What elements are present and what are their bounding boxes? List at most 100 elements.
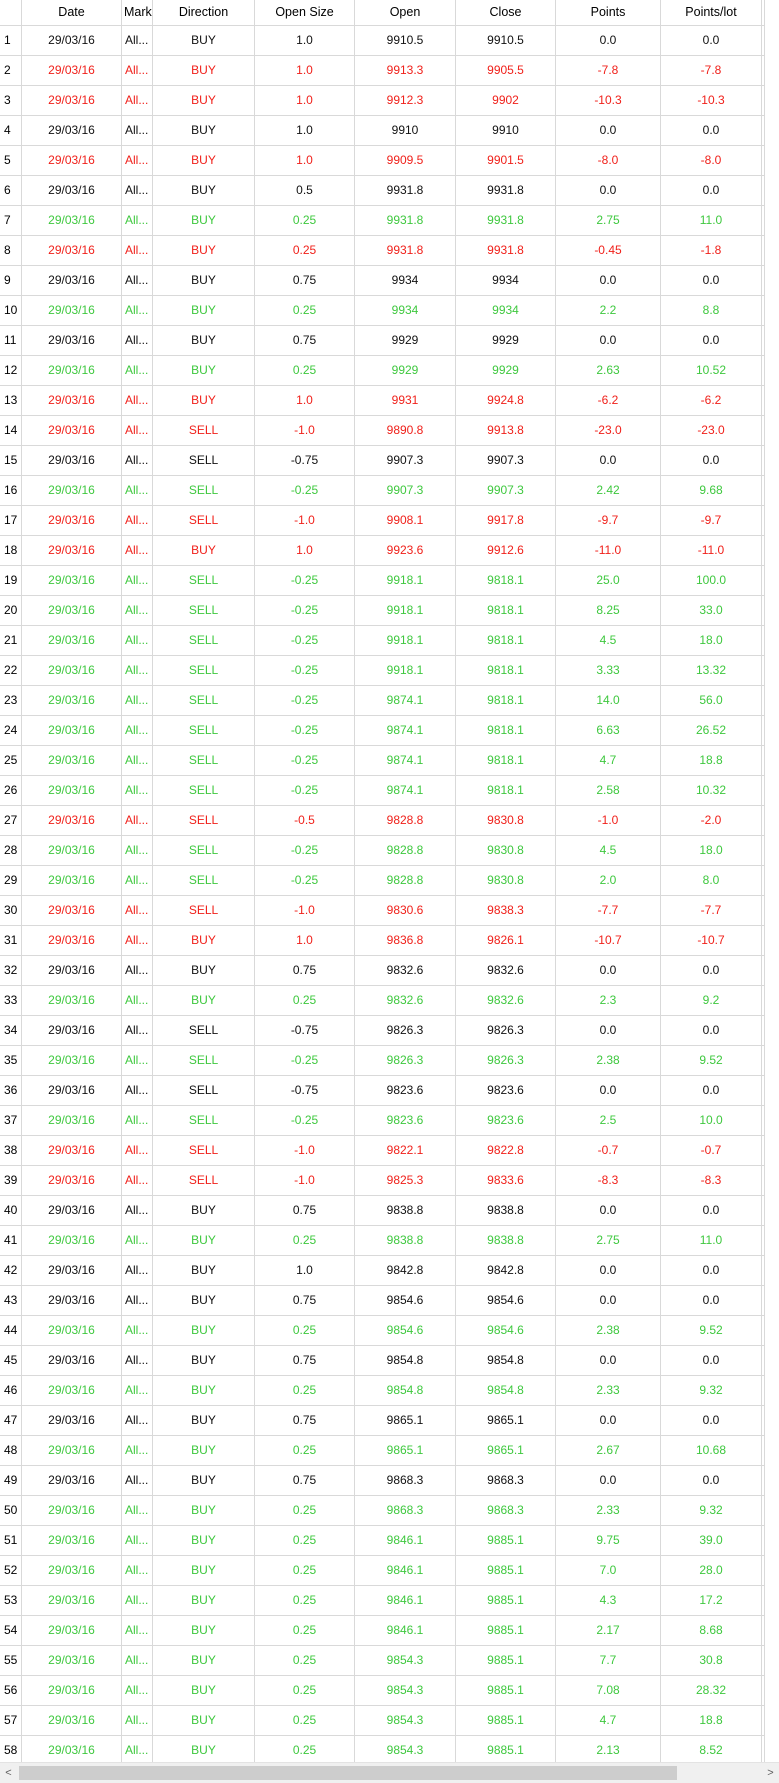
column-header-points[interactable]: Points	[556, 0, 661, 25]
table-row[interactable]: 18 29/03/16 All... BUY 1.0 9923.6 9912.6 -11.0-…	[0, 536, 765, 566]
table-row[interactable]: 12 29/03/16 All... BUY 0.25 9929 9929 2.63 10.52	[0, 356, 765, 386]
table-row[interactable]: 51 29/03/16 All... BUY 0.25 9846.1 9885.1 9.75 3…	[0, 1526, 765, 1556]
table-row[interactable]: 24 29/03/16 All... SELL -0.25 9874.1 9818.1 6.6…	[0, 716, 765, 746]
cell-close: 9818.1	[456, 656, 556, 685]
cell-open-size: 0.75	[255, 326, 355, 355]
table-row[interactable]: 26 29/03/16 All... SELL -0.25 9874.1 9818.1 2.5…	[0, 776, 765, 806]
table-row[interactable]: 54 29/03/16 All... BUY 0.25 9846.1 9885.1 2.17 8…	[0, 1616, 765, 1646]
column-header-open[interactable]: Open	[355, 0, 456, 25]
trades-grid[interactable]: Date Market Direction Open Size Open Clo…	[0, 0, 765, 1766]
table-row[interactable]: 55 29/03/16 All... BUY 0.25 9854.3 9885.1 7.7 30…	[0, 1646, 765, 1676]
table-row[interactable]: 27 29/03/16 All... SELL -0.5 9828.8 9830.8 -1.0…	[0, 806, 765, 836]
cell-close: 9907.3	[456, 476, 556, 505]
table-row[interactable]: 31 29/03/16 All... BUY 1.0 9836.8 9826.1 -10.7-…	[0, 926, 765, 956]
column-header-points-per-lot[interactable]: Points/lot	[661, 0, 762, 25]
table-row[interactable]: 20 29/03/16 All... SELL -0.25 9918.1 9818.1 8.2…	[0, 596, 765, 626]
table-row[interactable]: 41 29/03/16 All... BUY 0.25 9838.8 9838.8 2.75 1…	[0, 1226, 765, 1256]
column-header-date[interactable]: Date	[22, 0, 122, 25]
table-row[interactable]: 56 29/03/16 All... BUY 0.25 9854.3 9885.1 7.08 2…	[0, 1676, 765, 1706]
cell-open-size: -0.25	[255, 566, 355, 595]
table-row[interactable]: 28 29/03/16 All... SELL -0.25 9828.8 9830.8 4.5…	[0, 836, 765, 866]
table-row[interactable]: 19 29/03/16 All... SELL -0.25 9918.1 9818.1 25.…	[0, 566, 765, 596]
table-row[interactable]: 37 29/03/16 All... SELL -0.25 9823.6 9823.6 2.5…	[0, 1106, 765, 1136]
table-row[interactable]: 5 29/03/16 All... BUY 1.0 9909.5 9901.5 -8.0 -8.…	[0, 146, 765, 176]
table-row[interactable]: 1 29/03/16 All... BUY 1.0 9910.5 9910.5 0.0 0.0	[0, 26, 765, 56]
table-row[interactable]: 53 29/03/16 All... BUY 0.25 9846.1 9885.1 4.3 17…	[0, 1586, 765, 1616]
scroll-right-arrow-icon[interactable]: >	[762, 1763, 779, 1783]
table-row[interactable]: 39 29/03/16 All... SELL -1.0 9825.3 9833.6 -8.3…	[0, 1166, 765, 1196]
table-row[interactable]: 3 29/03/16 All... BUY 1.0 9912.3 9902 -10.3 -10.…	[0, 86, 765, 116]
table-row[interactable]: 17 29/03/16 All... SELL -1.0 9908.1 9917.8 -9.7…	[0, 506, 765, 536]
table-row[interactable]: 45 29/03/16 All... BUY 0.75 9854.8 9854.8 0.0 0.…	[0, 1346, 765, 1376]
table-row[interactable]: 50 29/03/16 All... BUY 0.25 9868.3 9868.3 2.33 9…	[0, 1496, 765, 1526]
column-header-direction[interactable]: Direction	[153, 0, 255, 25]
table-row[interactable]: 16 29/03/16 All... SELL -0.25 9907.3 9907.3 2.4…	[0, 476, 765, 506]
column-header-market[interactable]: Market	[122, 0, 153, 25]
cell-close: 9854.6	[456, 1286, 556, 1315]
table-row[interactable]: 42 29/03/16 All... BUY 1.0 9842.8 9842.8 0.0 0.0	[0, 1256, 765, 1286]
cell-date: 29/03/16	[22, 206, 122, 235]
table-row[interactable]: 22 29/03/16 All... SELL -0.25 9918.1 9818.1 3.3…	[0, 656, 765, 686]
cell-open-size: -0.25	[255, 716, 355, 745]
table-row[interactable]: 15 29/03/16 All... SELL -0.75 9907.3 9907.3 0.0…	[0, 446, 765, 476]
table-row[interactable]: 7 29/03/16 All... BUY 0.25 9931.8 9931.8 2.75 11…	[0, 206, 765, 236]
cell-open: 9823.6	[355, 1076, 456, 1105]
table-row[interactable]: 2 29/03/16 All... BUY 1.0 9913.3 9905.5 -7.8 -7.…	[0, 56, 765, 86]
row-number: 57	[0, 1706, 22, 1735]
cell-points-per-lot: 18.8	[661, 746, 762, 775]
cell-open: 9929	[355, 326, 456, 355]
table-row[interactable]: 46 29/03/16 All... BUY 0.25 9854.8 9854.8 2.33 9…	[0, 1376, 765, 1406]
table-row[interactable]: 10 29/03/16 All... BUY 0.25 9934 9934 2.2 8.8	[0, 296, 765, 326]
cell-date: 29/03/16	[22, 746, 122, 775]
cell-points-per-lot: -11.0	[661, 536, 762, 565]
scroll-left-arrow-icon[interactable]: <	[0, 1763, 17, 1783]
cell-close: 9832.6	[456, 986, 556, 1015]
cell-close: 9865.1	[456, 1436, 556, 1465]
table-row[interactable]: 21 29/03/16 All... SELL -0.25 9918.1 9818.1 4.5…	[0, 626, 765, 656]
table-row[interactable]: 40 29/03/16 All... BUY 0.75 9838.8 9838.8 0.0 0.…	[0, 1196, 765, 1226]
cell-points-per-lot: -7.8	[661, 56, 762, 85]
table-row[interactable]: 11 29/03/16 All... BUY 0.75 9929 9929 0.0 0.0	[0, 326, 765, 356]
table-row[interactable]: 34 29/03/16 All... SELL -0.75 9826.3 9826.3 0.0…	[0, 1016, 765, 1046]
cell-direction: BUY	[153, 146, 255, 175]
table-row[interactable]: 43 29/03/16 All... BUY 0.75 9854.6 9854.6 0.0 0.…	[0, 1286, 765, 1316]
cell-date: 29/03/16	[22, 806, 122, 835]
table-row[interactable]: 30 29/03/16 All... SELL -1.0 9830.6 9838.3 -7.7…	[0, 896, 765, 926]
cell-points: 4.3	[556, 1586, 661, 1615]
table-row[interactable]: 52 29/03/16 All... BUY 0.25 9846.1 9885.1 7.0 28…	[0, 1556, 765, 1586]
table-row[interactable]: 49 29/03/16 All... BUY 0.75 9868.3 9868.3 0.0 0.…	[0, 1466, 765, 1496]
cell-open: 9854.3	[355, 1646, 456, 1675]
table-row[interactable]: 57 29/03/16 All... BUY 0.25 9854.3 9885.1 4.7 18…	[0, 1706, 765, 1736]
table-row[interactable]: 35 29/03/16 All... SELL -0.25 9826.3 9826.3 2.3…	[0, 1046, 765, 1076]
horizontal-scrollbar[interactable]: < >	[0, 1762, 779, 1783]
table-row[interactable]: 8 29/03/16 All... BUY 0.25 9931.8 9931.8 -0.45-…	[0, 236, 765, 266]
table-row[interactable]: 38 29/03/16 All... SELL -1.0 9822.1 9822.8 -0.7…	[0, 1136, 765, 1166]
cell-direction: BUY	[153, 1556, 255, 1585]
table-row[interactable]: 44 29/03/16 All... BUY 0.25 9854.6 9854.6 2.38 9…	[0, 1316, 765, 1346]
table-row[interactable]: 29 29/03/16 All... SELL -0.25 9828.8 9830.8 2.0…	[0, 866, 765, 896]
table-row[interactable]: 48 29/03/16 All... BUY 0.25 9865.1 9865.1 2.67 1…	[0, 1436, 765, 1466]
table-row[interactable]: 33 29/03/16 All... BUY 0.25 9832.6 9832.6 2.3 9.…	[0, 986, 765, 1016]
column-header-close[interactable]: Close	[456, 0, 556, 25]
cell-points: -0.7	[556, 1136, 661, 1165]
header-row: Date Market Direction Open Size Open Clo…	[0, 0, 765, 26]
cell-close: 9838.8	[456, 1226, 556, 1255]
row-number: 45	[0, 1346, 22, 1375]
table-row[interactable]: 13 29/03/16 All... BUY 1.0 9931 9924.8 -6.2 -6.2	[0, 386, 765, 416]
table-row[interactable]: 6 29/03/16 All... BUY 0.5 9931.8 9931.8 0.0 0.0	[0, 176, 765, 206]
cell-points-per-lot: 10.68	[661, 1436, 762, 1465]
column-header-open-size[interactable]: Open Size	[255, 0, 355, 25]
table-row[interactable]: 36 29/03/16 All... SELL -0.75 9823.6 9823.6 0.0…	[0, 1076, 765, 1106]
row-number-header[interactable]	[0, 0, 22, 25]
scrollbar-thumb[interactable]	[19, 1766, 677, 1780]
table-row[interactable]: 32 29/03/16 All... BUY 0.75 9832.6 9832.6 0.0 0.…	[0, 956, 765, 986]
cell-market: All...	[122, 56, 153, 85]
cell-points-per-lot: -8.3	[661, 1166, 762, 1195]
table-row[interactable]: 9 29/03/16 All... BUY 0.75 9934 9934 0.0 0.0	[0, 266, 765, 296]
table-row[interactable]: 14 29/03/16 All... SELL -1.0 9890.8 9913.8 -23.…	[0, 416, 765, 446]
table-row[interactable]: 47 29/03/16 All... BUY 0.75 9865.1 9865.1 0.0 0.…	[0, 1406, 765, 1436]
table-row[interactable]: 4 29/03/16 All... BUY 1.0 9910 9910 0.0 0.0	[0, 116, 765, 146]
table-row[interactable]: 23 29/03/16 All... SELL -0.25 9874.1 9818.1 14.…	[0, 686, 765, 716]
table-row[interactable]: 25 29/03/16 All... SELL -0.25 9874.1 9818.1 4.7…	[0, 746, 765, 776]
cell-open: 9913.3	[355, 56, 456, 85]
